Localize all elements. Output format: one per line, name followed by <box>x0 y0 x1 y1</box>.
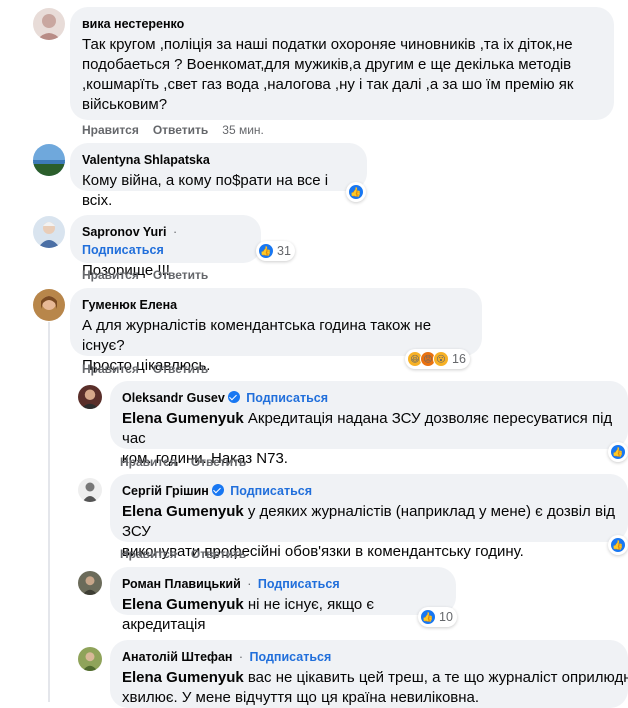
avatar[interactable] <box>78 478 102 502</box>
reaction-summary[interactable]: 😆 😡 😮 16 <box>405 349 470 369</box>
reply-bubble: Роман Плавицький · Подписаться Elena Gum… <box>110 567 456 633</box>
comment-text: Так кругом ,поліція за наші податки охор… <box>82 35 602 115</box>
mention-link[interactable]: Elena Gumenyuk <box>122 410 244 427</box>
comment-bubble: Valentyna Shlapatska Кому війна, а кому … <box>70 143 367 209</box>
avatar[interactable] <box>78 571 102 595</box>
avatar[interactable] <box>33 144 65 176</box>
like-button[interactable]: Нравится <box>120 455 177 469</box>
separator-dot: · <box>247 577 252 591</box>
avatar[interactable] <box>33 8 65 40</box>
comment-line: Так кругом ,поліція за наші податки охор… <box>82 36 573 53</box>
like-button[interactable]: Нравится <box>82 268 139 282</box>
author-name[interactable]: Сергій Грішин <box>122 484 209 498</box>
reaction-count: 31 <box>277 244 291 258</box>
avatar[interactable] <box>78 385 102 409</box>
reply-button[interactable]: Ответить <box>191 547 246 561</box>
reaction-summary[interactable]: 👍 <box>608 442 628 462</box>
author-name[interactable]: вика нестеренко <box>82 17 184 31</box>
like-button[interactable]: Нравится <box>120 547 177 561</box>
author-name[interactable]: Роман Плавицький <box>122 577 241 591</box>
avatar[interactable] <box>33 289 65 321</box>
like-icon: 👍 <box>348 184 364 200</box>
reaction-summary[interactable]: 👍 10 <box>418 607 457 627</box>
comment-actions: Нравится Ответить <box>82 362 222 376</box>
comment-actions: Нравится Ответить 35 мин. <box>82 123 264 137</box>
reaction-summary[interactable]: 👍 31 <box>256 241 295 261</box>
like-icon: 👍 <box>610 444 626 460</box>
comment-bubble: Гуменюк Елена А для журналістів комендан… <box>70 288 482 374</box>
reaction-count: 16 <box>452 352 466 366</box>
reply-button[interactable]: Ответить <box>153 123 208 137</box>
reply-actions: Нравится Ответить <box>120 455 260 469</box>
wow-icon: 😮 <box>433 351 449 367</box>
reply-bubble: Сергій Грішин Подписаться Elena Gumenyuk… <box>110 474 628 560</box>
author-name[interactable]: Oleksandr Gusev <box>122 391 225 405</box>
like-icon: 👍 <box>258 243 274 259</box>
reply-button[interactable]: Ответить <box>153 268 208 282</box>
reply-line: хвилює. У мене відчуття що ця країна нев… <box>122 689 480 706</box>
subscribe-link[interactable]: Подписаться <box>258 577 340 591</box>
reply-thread-line <box>48 322 50 702</box>
author-name[interactable]: Гуменюк Елена <box>82 298 177 312</box>
separator-dot: · <box>238 650 244 664</box>
reply-text: Elena Gumenyuk вас не цікавить цей треш,… <box>122 668 628 708</box>
avatar[interactable] <box>33 216 65 248</box>
reply-button[interactable]: Ответить <box>153 362 208 376</box>
verified-badge-icon <box>227 391 240 403</box>
mention-link[interactable]: Elena Gumenyuk <box>122 503 244 520</box>
reply-actions: Нравится Ответить <box>120 547 260 561</box>
author-name[interactable]: Анатолій Штефан <box>122 650 232 664</box>
author-name[interactable]: Sapronov Yuri <box>82 225 167 239</box>
comment-bubble: вика нестеренко Так кругом ,поліція за н… <box>70 7 614 120</box>
avatar[interactable] <box>78 647 102 671</box>
subscribe-link[interactable]: Подписаться <box>246 391 328 405</box>
reaction-summary[interactable]: 👍 <box>608 535 628 555</box>
separator-dot: · <box>172 225 178 239</box>
reply-bubble: Oleksandr Gusev Подписаться Elena Gumeny… <box>110 381 628 467</box>
subscribe-link[interactable]: Подписаться <box>230 484 312 498</box>
like-button[interactable]: Нравится <box>82 362 139 376</box>
comment-line: подобаеться ? Военкомат,для мужиків,а др… <box>82 56 572 73</box>
timestamp[interactable]: 35 мин. <box>222 123 264 137</box>
reply-bubble: Анатолій Штефан · Подписаться Elena Gume… <box>110 640 628 708</box>
reply-button[interactable]: Ответить <box>191 455 246 469</box>
author-name[interactable]: Valentyna Shlapatska <box>82 153 210 167</box>
comment-bubble: Sapronov Yuri · Подписаться Позорище !!! <box>70 215 261 279</box>
verified-badge-icon <box>211 484 224 496</box>
mention-link[interactable]: Elena Gumenyuk <box>122 596 244 613</box>
like-icon: 👍 <box>610 537 626 553</box>
subscribe-link[interactable]: Подписаться <box>82 243 164 257</box>
like-button[interactable]: Нравится <box>82 123 139 137</box>
reply-text: Elena Gumenyuk ні не існує, якщо є акред… <box>122 595 444 635</box>
mention-link[interactable]: Elena Gumenyuk <box>122 669 244 686</box>
reaction-count: 10 <box>439 610 453 624</box>
comment-text: Кому війна, а кому по$рати на все і всіх… <box>82 172 329 209</box>
comment-line: військовим? <box>82 96 168 113</box>
comment-actions: Нравится Ответить <box>82 268 222 282</box>
reply-line: вас не цікавить цей треш, а те що журнал… <box>243 669 628 686</box>
subscribe-link[interactable]: Подписаться <box>250 650 332 664</box>
reaction-summary[interactable]: 👍 <box>346 182 366 202</box>
like-icon: 👍 <box>420 609 436 625</box>
comment-line: ,кошмарїть ,свет газ вода ,налогова ,ну … <box>82 76 574 93</box>
